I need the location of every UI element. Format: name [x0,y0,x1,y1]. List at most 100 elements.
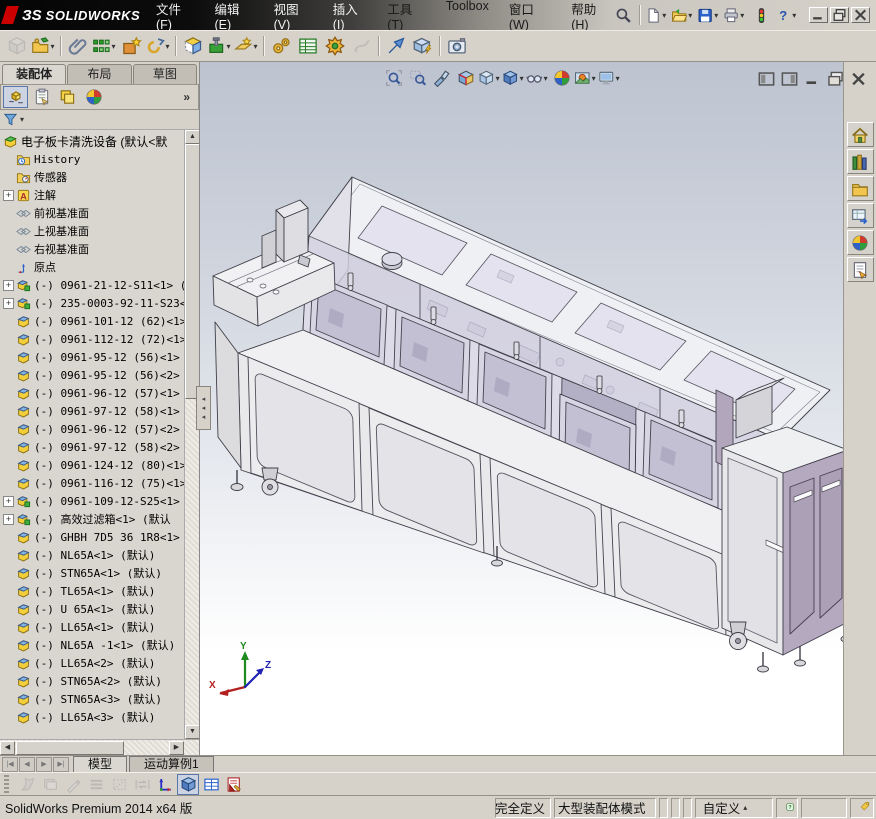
toolbar-separator[interactable]: ▾ [261,33,267,59]
insert-components-button[interactable]: ▾ [4,33,30,59]
machine-model[interactable]: X Y Z [200,62,843,755]
section-view-button[interactable]: ▾ [454,66,478,90]
tree-item[interactable]: + (-) NL65A -1<1> (默认) [0,636,184,654]
tab-nav-button[interactable]: ▶ [36,757,52,772]
open-button[interactable]: ▾ [671,3,695,27]
linear-component-pattern-button[interactable]: ▾ [92,33,118,59]
tree-item[interactable]: + (-) STN65A<3> (默认) [0,690,184,708]
help-button[interactable]: ? ▾ [775,3,799,27]
scroll-down-icon[interactable]: ▼ [185,725,199,739]
scroll-up-icon[interactable]: ▲ [185,130,199,144]
tree-item[interactable]: + (-) 0961-124-12 (80)<1> [0,456,184,474]
tree-item[interactable]: + (-) 0961-96-12 (57)<1> [0,384,184,402]
zoom-to-fit-button[interactable]: ▾ [382,66,406,90]
tree-item[interactable]: + (-) LL65A<1> (默认) [0,618,184,636]
design-library-tab[interactable] [846,149,874,174]
instant3d-button[interactable]: ▾ [383,33,409,59]
explode-line-sketch-button[interactable]: ▾ [349,33,375,59]
edit-component-button[interactable]: ▾ [31,33,57,59]
help-badge-icon[interactable]: ? [786,800,794,815]
tab-model[interactable]: 模型 [73,756,128,772]
print-button[interactable]: ▾ [723,3,747,27]
toolbar-separator[interactable]: ▾ [437,33,443,59]
tab-layout[interactable]: 布局 [67,64,132,84]
zoom-to-area-button[interactable]: ▾ [406,66,430,90]
hatch-button[interactable] [108,774,130,795]
tree-item[interactable]: + 原点 [0,258,184,276]
resources-tab[interactable] [846,122,874,147]
tab-sketch[interactable]: 草图 [132,64,197,84]
coordinate-system-button[interactable] [154,774,176,795]
tree-item[interactable]: + 传感器 [0,168,184,186]
tree-item[interactable]: + (-) GHBH 7D5 36 1R8<1> [0,528,184,546]
configurationmanager-tab[interactable] [55,86,80,108]
expander-icon[interactable]: + [3,513,14,525]
tree-item[interactable]: + (-) U 65A<1> (默认) [0,600,184,618]
tag-icon[interactable] [860,800,870,815]
expander-icon[interactable]: + [3,297,14,309]
tree-item[interactable]: + (-) 235-0003-92-11-S23< [0,294,184,312]
shaded-view-button[interactable] [177,773,199,795]
tree-item[interactable]: + (-) STN65A<1> (默认) [0,564,184,582]
featuremanager-tree-tab[interactable] [3,86,28,108]
collapse-right-pane-button[interactable] [780,69,799,88]
overflow-chevron-icon[interactable]: » [183,90,196,104]
view-settings-button[interactable]: ▾ [598,66,622,90]
tree-item[interactable]: + (-) 0961-97-12 (58)<2> [0,438,184,456]
custom-properties-tab[interactable] [846,257,874,282]
file-explorer-tab[interactable] [846,176,874,201]
panel-splitter-handle[interactable]: ◂ ◂ ◂ [196,386,211,430]
tree-item[interactable]: + (-) 0961-96-12 (57)<2> [0,420,184,438]
doc-cascade-button[interactable] [826,69,845,88]
apply-scene-button[interactable]: ▾ [574,66,598,90]
tree-item[interactable]: + (-) 0961-97-12 (58)<1> [0,402,184,420]
large-assembly-mode-button[interactable]: ▾ [410,33,436,59]
tree-item[interactable]: + (-) LL65A<2> (默认) [0,654,184,672]
mate-button[interactable]: ▾ [65,33,91,59]
toolbar-separator[interactable]: ▾ [637,3,643,27]
tab-nav-button[interactable]: ◀ [19,757,35,772]
tree-horizontal-scrollbar[interactable]: ◀ ▶ [0,739,199,755]
scroll-left-icon[interactable]: ◀ [0,741,15,755]
draft-quality-button[interactable] [62,774,84,795]
view-palette-tab[interactable] [846,203,874,228]
assembly-features-button[interactable]: ▾ [207,33,233,59]
grid-button[interactable] [200,774,222,795]
restore-button[interactable] [830,7,849,23]
menu-item[interactable]: 文件(F) [156,0,194,32]
menu-item[interactable]: Toolbox [446,0,489,32]
menu-item[interactable]: 编辑(E) [214,0,253,32]
tree-item[interactable]: + (-) NL65A<1> (默认) [0,546,184,564]
menu-item[interactable]: 插入(I) [333,0,368,32]
previous-view-button[interactable]: ▾ [430,66,454,90]
tree-item[interactable]: + (-) 0961-95-12 (56)<1> [0,348,184,366]
swap-views-button[interactable] [131,774,153,795]
collapse-left-pane-button[interactable] [757,69,776,88]
tree-item[interactable]: + (-) 0961-109-12-S25<1> [0,492,184,510]
search-button[interactable]: ▾ [611,3,635,27]
display-style-button[interactable]: ▾ [502,66,526,90]
sheet-set-button[interactable] [16,774,38,795]
screen-capture-button[interactable]: ▾ [444,33,470,59]
tree-item[interactable]: + (-) 0961-101-12 (62)<1> [0,312,184,330]
displaymanager-tab[interactable] [81,86,106,108]
tree-item[interactable]: + (-) STN65A<2> (默认) [0,672,184,690]
toolbar-drag-handle[interactable] [4,775,9,793]
tab-nav-button[interactable]: |◀ [2,757,18,772]
toolbar-separator[interactable]: ▾ [376,33,382,59]
expander-icon[interactable]: + [3,189,14,201]
status-caret-icon[interactable]: ▴ [743,803,747,812]
new-motion-study-button[interactable]: ▾ [268,33,294,59]
tab-assembly[interactable]: 装配体 [2,64,67,84]
new-document-button[interactable]: ▾ [645,3,669,27]
expander-icon[interactable]: + [3,279,14,291]
tab-motion-study-1[interactable]: 运动算例1 [129,756,214,772]
view-orientation-button[interactable]: ▾ [478,66,502,90]
filter-funnel-icon[interactable] [3,112,18,127]
toolbar-separator[interactable]: ▾ [173,33,179,59]
layers-button[interactable] [39,774,61,795]
tree-item[interactable]: + 右视基准面 [0,240,184,258]
scroll-right-icon[interactable]: ▶ [169,741,184,755]
exploded-view-button[interactable]: ▾ [322,33,348,59]
reference-geometry-button[interactable]: ▾ [234,33,260,59]
